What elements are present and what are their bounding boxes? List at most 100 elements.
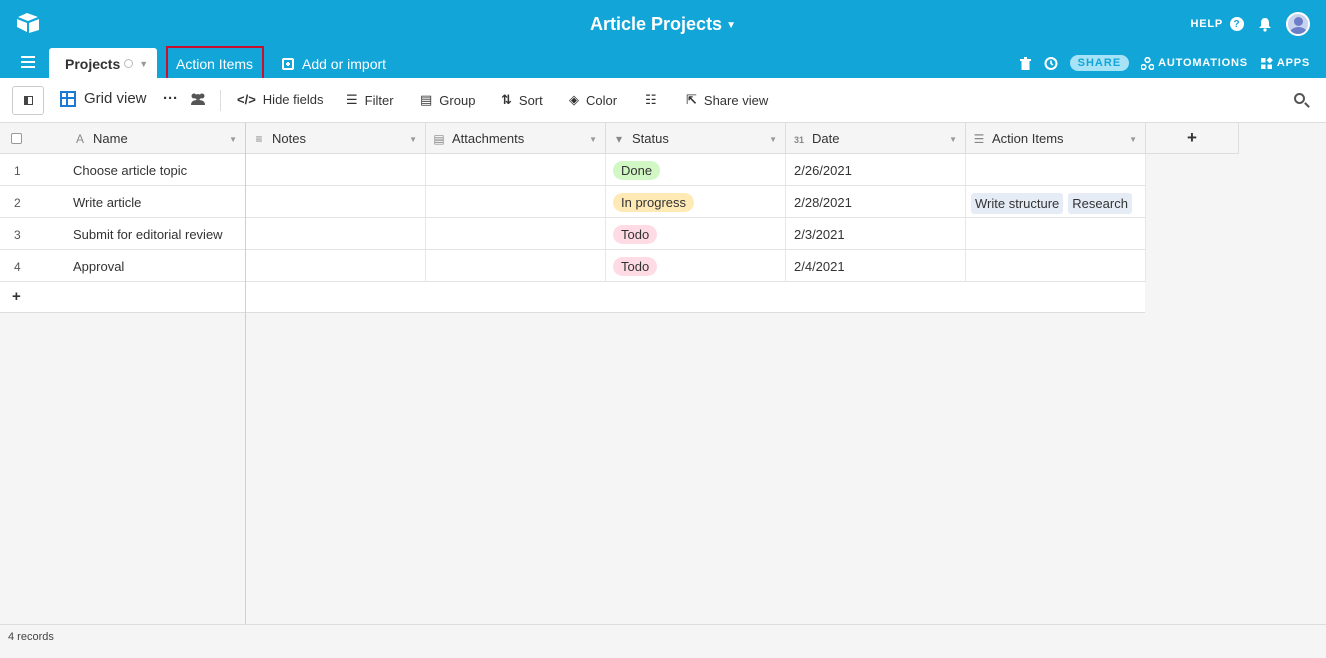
grid-header: A Name ▼ ≡ Notes ▼ ▤ Attachments ▼ ▾ Status … xyxy=(0,123,1239,154)
cell-action-items[interactable] xyxy=(966,250,1146,282)
cell-action-items[interactable]: Write structure Research xyxy=(966,186,1146,218)
share-button[interactable]: SHARE xyxy=(1069,55,1130,71)
color-label: Color xyxy=(586,92,618,108)
cell-date[interactable]: 2/3/2021 xyxy=(786,218,966,250)
tab-action-items[interactable]: Action Items xyxy=(166,46,264,80)
help-icon: ? xyxy=(1230,17,1244,31)
cell-status[interactable]: Todo xyxy=(606,218,786,250)
more-icon: ··· xyxy=(163,90,178,107)
table-row[interactable]: 3 Submit for editorial review Todo 2/3/2… xyxy=(0,218,1146,250)
help-link[interactable]: HELP ? xyxy=(1190,17,1244,31)
cell-notes[interactable] xyxy=(246,154,426,186)
cell-notes[interactable] xyxy=(246,218,426,250)
table-row[interactable]: 2 Write article In progress 2/28/2021 Wr… xyxy=(0,186,1146,218)
cell-action-items[interactable] xyxy=(966,218,1146,250)
group-label: Group xyxy=(439,92,476,108)
cell-status[interactable]: In progress xyxy=(606,186,786,218)
column-header-name[interactable]: A Name ▼ xyxy=(0,123,246,154)
base-title[interactable]: Article Projects ▼ xyxy=(0,14,1326,35)
cell-action-items[interactable] xyxy=(966,154,1146,186)
column-header-attachments[interactable]: ▤ Attachments ▼ xyxy=(426,123,606,154)
linked-record-chip[interactable]: Research xyxy=(1068,193,1132,214)
trash-icon[interactable] xyxy=(1019,56,1031,70)
history-icon[interactable] xyxy=(1043,56,1058,71)
collaborators-button[interactable] xyxy=(189,92,207,106)
row-height-button[interactable]: ☷ xyxy=(645,92,664,108)
cell-status[interactable]: Done xyxy=(606,154,786,186)
grid-view-icon xyxy=(60,90,76,107)
linked-record-chip[interactable]: Write structure xyxy=(971,193,1064,214)
cell-attachments[interactable] xyxy=(426,154,606,186)
tab-action-items-label: Action Items xyxy=(176,56,254,72)
filter-button[interactable]: ☰ Filter xyxy=(346,92,394,108)
add-record-button[interactable]: + xyxy=(0,282,1145,313)
cell-name[interactable]: Write article xyxy=(73,186,246,218)
cell-name[interactable]: Submit for editorial review xyxy=(73,218,246,250)
sidebar-toggle-button[interactable] xyxy=(12,86,44,115)
cell-attachments[interactable] xyxy=(426,186,606,218)
calendar-icon: 31 xyxy=(793,135,804,145)
group-icon: ▤ xyxy=(420,92,433,107)
chevron-down-icon[interactable]: ▼ xyxy=(1129,135,1137,144)
column-header-notes[interactable]: ≡ Notes ▼ xyxy=(246,123,426,154)
column-header-status[interactable]: ▾ Status ▼ xyxy=(606,123,786,154)
column-header-action-items[interactable]: ☰ Action Items ▼ xyxy=(966,123,1146,154)
table-row[interactable]: 4 Approval Todo 2/4/2021 xyxy=(0,250,1146,282)
group-button[interactable]: ▤ Group xyxy=(420,92,475,108)
sort-icon: ⇅ xyxy=(501,92,512,107)
avatar[interactable] xyxy=(1286,12,1310,36)
cell-name[interactable]: Approval xyxy=(73,250,246,282)
people-icon xyxy=(191,93,205,105)
single-select-icon: ▾ xyxy=(615,132,623,146)
cell-name-text: Write article xyxy=(73,195,142,210)
add-or-import-button[interactable]: Add or import xyxy=(282,56,386,72)
status-badge: Done xyxy=(613,161,661,180)
sort-button[interactable]: ⇅ Sort xyxy=(501,92,543,108)
cell-date[interactable]: 2/26/2021 xyxy=(786,154,966,186)
chevron-down-icon[interactable]: ▼ xyxy=(409,135,417,144)
chevron-down-icon[interactable]: ▼ xyxy=(589,135,597,144)
automations-button[interactable]: AUTOMATIONS xyxy=(1141,56,1248,70)
select-all-checkbox[interactable] xyxy=(11,133,22,144)
info-icon[interactable] xyxy=(124,59,134,68)
tab-projects-label: Projects xyxy=(65,56,121,72)
column-label: Name xyxy=(93,131,128,146)
chevron-down-icon[interactable]: ▼ xyxy=(139,59,148,69)
cell-attachments[interactable] xyxy=(426,250,606,282)
view-switcher[interactable]: Grid view xyxy=(60,90,147,107)
chevron-down-icon[interactable]: ▼ xyxy=(949,135,957,144)
table-row[interactable]: 1 Choose article topic Done 2/26/2021 xyxy=(0,154,1146,186)
search-icon[interactable] xyxy=(1294,93,1305,104)
bell-icon[interactable] xyxy=(1258,17,1272,32)
cell-date[interactable]: 2/28/2021 xyxy=(786,186,966,218)
column-label: Attachments xyxy=(452,131,525,146)
share-view-button[interactable]: ⇱ Share view xyxy=(686,92,768,108)
add-field-button[interactable]: + xyxy=(1146,123,1239,154)
cell-notes[interactable] xyxy=(246,186,426,218)
cell-notes[interactable] xyxy=(246,250,426,282)
more-options-button[interactable]: ··· xyxy=(163,90,178,107)
plus-icon: + xyxy=(1187,128,1197,147)
view-name: Grid view xyxy=(84,90,147,107)
cell-attachments[interactable] xyxy=(426,218,606,250)
base-title-label: Article Projects xyxy=(590,14,723,34)
hide-fields-button[interactable]: </> Hide fields xyxy=(237,92,324,107)
top-bar: Article Projects ▼ HELP ? Projects ▼ Actio… xyxy=(0,0,1326,80)
apps-icon xyxy=(1260,56,1273,69)
cell-name[interactable]: Choose article topic xyxy=(73,154,246,186)
menu-icon[interactable] xyxy=(21,56,35,68)
cell-status[interactable]: Todo xyxy=(606,250,786,282)
cell-date[interactable]: 2/4/2021 xyxy=(786,250,966,282)
color-button[interactable]: ◈ Color xyxy=(569,92,617,108)
chevron-down-icon[interactable]: ▼ xyxy=(769,135,777,144)
paint-bucket-icon: ◈ xyxy=(569,92,579,107)
apps-button[interactable]: APPS xyxy=(1260,56,1310,70)
column-header-date[interactable]: 31 Date ▼ xyxy=(786,123,966,154)
share-view-label: Share view xyxy=(703,92,769,108)
chevron-down-icon[interactable]: ▼ xyxy=(229,135,237,144)
tab-projects[interactable]: Projects ▼ xyxy=(49,48,157,78)
long-text-icon: ≡ xyxy=(255,132,263,146)
plus-icon xyxy=(282,58,294,70)
frozen-column-divider xyxy=(245,123,246,658)
record-count: 4 records xyxy=(8,631,54,643)
